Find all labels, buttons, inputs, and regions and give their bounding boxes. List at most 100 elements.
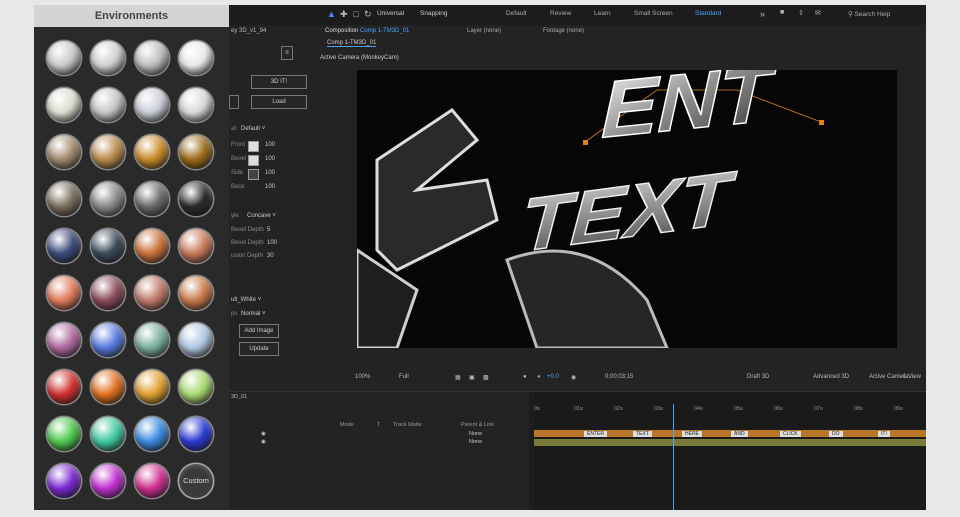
snapping-toggle[interactable]: Snapping — [420, 10, 447, 17]
environment-swatch[interactable] — [179, 135, 213, 169]
timeline-marker[interactable]: CLICK — [780, 431, 801, 437]
environment-swatch[interactable] — [47, 88, 81, 122]
rectangle-tool-icon[interactable]: □ — [353, 9, 358, 19]
environment-swatch[interactable] — [91, 88, 125, 122]
environment-swatch[interactable] — [47, 276, 81, 310]
3d-it-button[interactable]: 3D IT! — [251, 75, 307, 89]
resolution-dropdown[interactable]: Full — [399, 374, 409, 380]
add-image-button[interactable]: Add Image — [239, 324, 279, 338]
share-icon[interactable]: ⇧ — [798, 9, 804, 17]
renderer-dropdown[interactable]: Advanced 3D — [813, 374, 849, 380]
timecode[interactable]: 0;00;03;15 — [605, 374, 633, 380]
row-2-parent[interactable]: None — [469, 439, 482, 445]
comp-subtab[interactable]: Comp 1-TM3D_01 — [327, 40, 377, 47]
environment-swatch[interactable] — [91, 323, 125, 357]
rotate-tool-icon[interactable]: ↻ — [364, 9, 372, 20]
environment-swatch[interactable] — [47, 229, 81, 263]
snapshot-icon[interactable]: ◕ — [537, 374, 541, 380]
environment-dropdown[interactable]: ult_White ˅ — [231, 297, 261, 303]
handle-icon[interactable] — [819, 120, 824, 125]
tab-composition[interactable]: Composition Comp 1-TM3D_01 — [325, 28, 409, 34]
bevel-value[interactable]: 100 — [265, 156, 275, 162]
handle-icon[interactable] — [583, 140, 588, 145]
environment-swatch[interactable] — [179, 323, 213, 357]
environment-swatch[interactable] — [135, 229, 169, 263]
visibility-eye-icon[interactable]: ◉ — [261, 439, 266, 445]
record-icon[interactable]: ■ — [780, 9, 784, 16]
environment-swatch[interactable] — [91, 417, 125, 451]
workspace-review[interactable]: Review — [550, 10, 571, 17]
layer-bar-2[interactable] — [534, 439, 926, 446]
environment-swatch[interactable] — [91, 370, 125, 404]
environment-swatch[interactable] — [135, 182, 169, 216]
environment-swatch[interactable] — [47, 41, 81, 75]
custom-environment-button[interactable]: Custom — [179, 464, 213, 498]
composition-viewer[interactable]: ENT TEXT — [357, 70, 897, 348]
environment-swatch[interactable] — [91, 182, 125, 216]
timeline-marker[interactable]: IT! — [878, 431, 890, 437]
timeline-marker[interactable]: AND — [731, 431, 748, 437]
environment-swatch[interactable] — [179, 41, 213, 75]
environment-swatch[interactable] — [179, 182, 213, 216]
overflow-chevron-icon[interactable]: » — [760, 9, 765, 19]
load-button[interactable]: Load — [251, 95, 307, 109]
environment-swatch[interactable] — [47, 135, 81, 169]
tab-layer[interactable]: Layer (none) — [467, 28, 501, 34]
timeline-marker[interactable]: ENTER — [584, 431, 607, 437]
workspace-default[interactable]: Default — [506, 10, 527, 17]
extrusion-depth-value[interactable]: 30 — [267, 253, 274, 259]
blend-dropdown[interactable]: Normal ˅ — [241, 311, 266, 317]
environment-swatch[interactable] — [135, 464, 169, 498]
exposure-value[interactable]: +0.0 — [547, 374, 559, 380]
environment-swatch[interactable] — [135, 276, 169, 310]
transparency-icon[interactable]: ▩ — [483, 374, 489, 381]
environment-swatch[interactable] — [135, 88, 169, 122]
environment-swatch[interactable] — [135, 417, 169, 451]
timeline-marker[interactable]: TEXT — [633, 431, 652, 437]
view-layout-dropdown[interactable]: 1 View — [903, 374, 921, 380]
environment-swatch[interactable] — [47, 464, 81, 498]
chat-icon[interactable]: ✉ — [815, 9, 821, 17]
row-1-parent[interactable]: None — [469, 431, 482, 437]
playhead[interactable] — [673, 404, 675, 510]
style-dropdown[interactable]: Concave ˅ — [247, 213, 276, 219]
move-tool-icon[interactable]: ✚ — [340, 9, 348, 20]
zoom-dropdown[interactable]: 100% — [355, 374, 370, 380]
timeline-marker[interactable]: DO — [829, 431, 843, 437]
save-button[interactable] — [229, 95, 239, 109]
mask-icon[interactable]: ▣ — [469, 374, 475, 381]
environment-swatch[interactable] — [179, 370, 213, 404]
universal-toggle[interactable]: Universal — [377, 10, 404, 17]
back-value[interactable]: 100 — [265, 184, 275, 190]
bevel-depth2-value[interactable]: 100 — [267, 240, 277, 246]
visibility-eye-icon[interactable]: ◉ — [261, 431, 266, 437]
environment-swatch[interactable] — [47, 417, 81, 451]
environment-swatch[interactable] — [91, 135, 125, 169]
tab-footage[interactable]: Footage (none) — [543, 28, 584, 34]
side-value[interactable]: 100 — [265, 170, 275, 176]
environment-swatch[interactable] — [91, 41, 125, 75]
front-value[interactable]: 100 — [265, 142, 275, 148]
update-button[interactable]: Update — [239, 342, 279, 356]
bevel-depth-value[interactable]: 5 — [267, 227, 270, 233]
layer-bar-1[interactable]: ENTER TEXT HERE AND CLICK DO IT! — [534, 430, 926, 437]
selection-tool-icon[interactable]: ▲ — [327, 9, 336, 19]
timeline-marker[interactable]: HERE — [682, 431, 702, 437]
environment-swatch[interactable] — [179, 229, 213, 263]
environment-swatch[interactable] — [135, 370, 169, 404]
camera-icon[interactable]: ◉ — [571, 374, 576, 381]
environment-swatch[interactable] — [47, 370, 81, 404]
workspace-learn[interactable]: Learn — [594, 10, 611, 17]
side-color-swatch[interactable] — [248, 169, 259, 180]
draft-3d-toggle[interactable]: Draft 3D — [747, 374, 769, 380]
timeline-tab[interactable]: 3D_01 — [231, 394, 247, 400]
search-help[interactable]: ⚲ Search Help — [848, 8, 918, 21]
bevel-color-swatch[interactable] — [248, 155, 259, 166]
environment-swatch[interactable] — [179, 417, 213, 451]
workspace-standard[interactable]: Standard — [695, 10, 721, 17]
workspace-small-screen[interactable]: Small Screen — [634, 10, 673, 17]
environment-swatch[interactable] — [91, 464, 125, 498]
environment-swatch[interactable] — [135, 41, 169, 75]
environment-swatch[interactable] — [135, 323, 169, 357]
preset-dropdown[interactable]: Default ˅ — [241, 126, 265, 132]
